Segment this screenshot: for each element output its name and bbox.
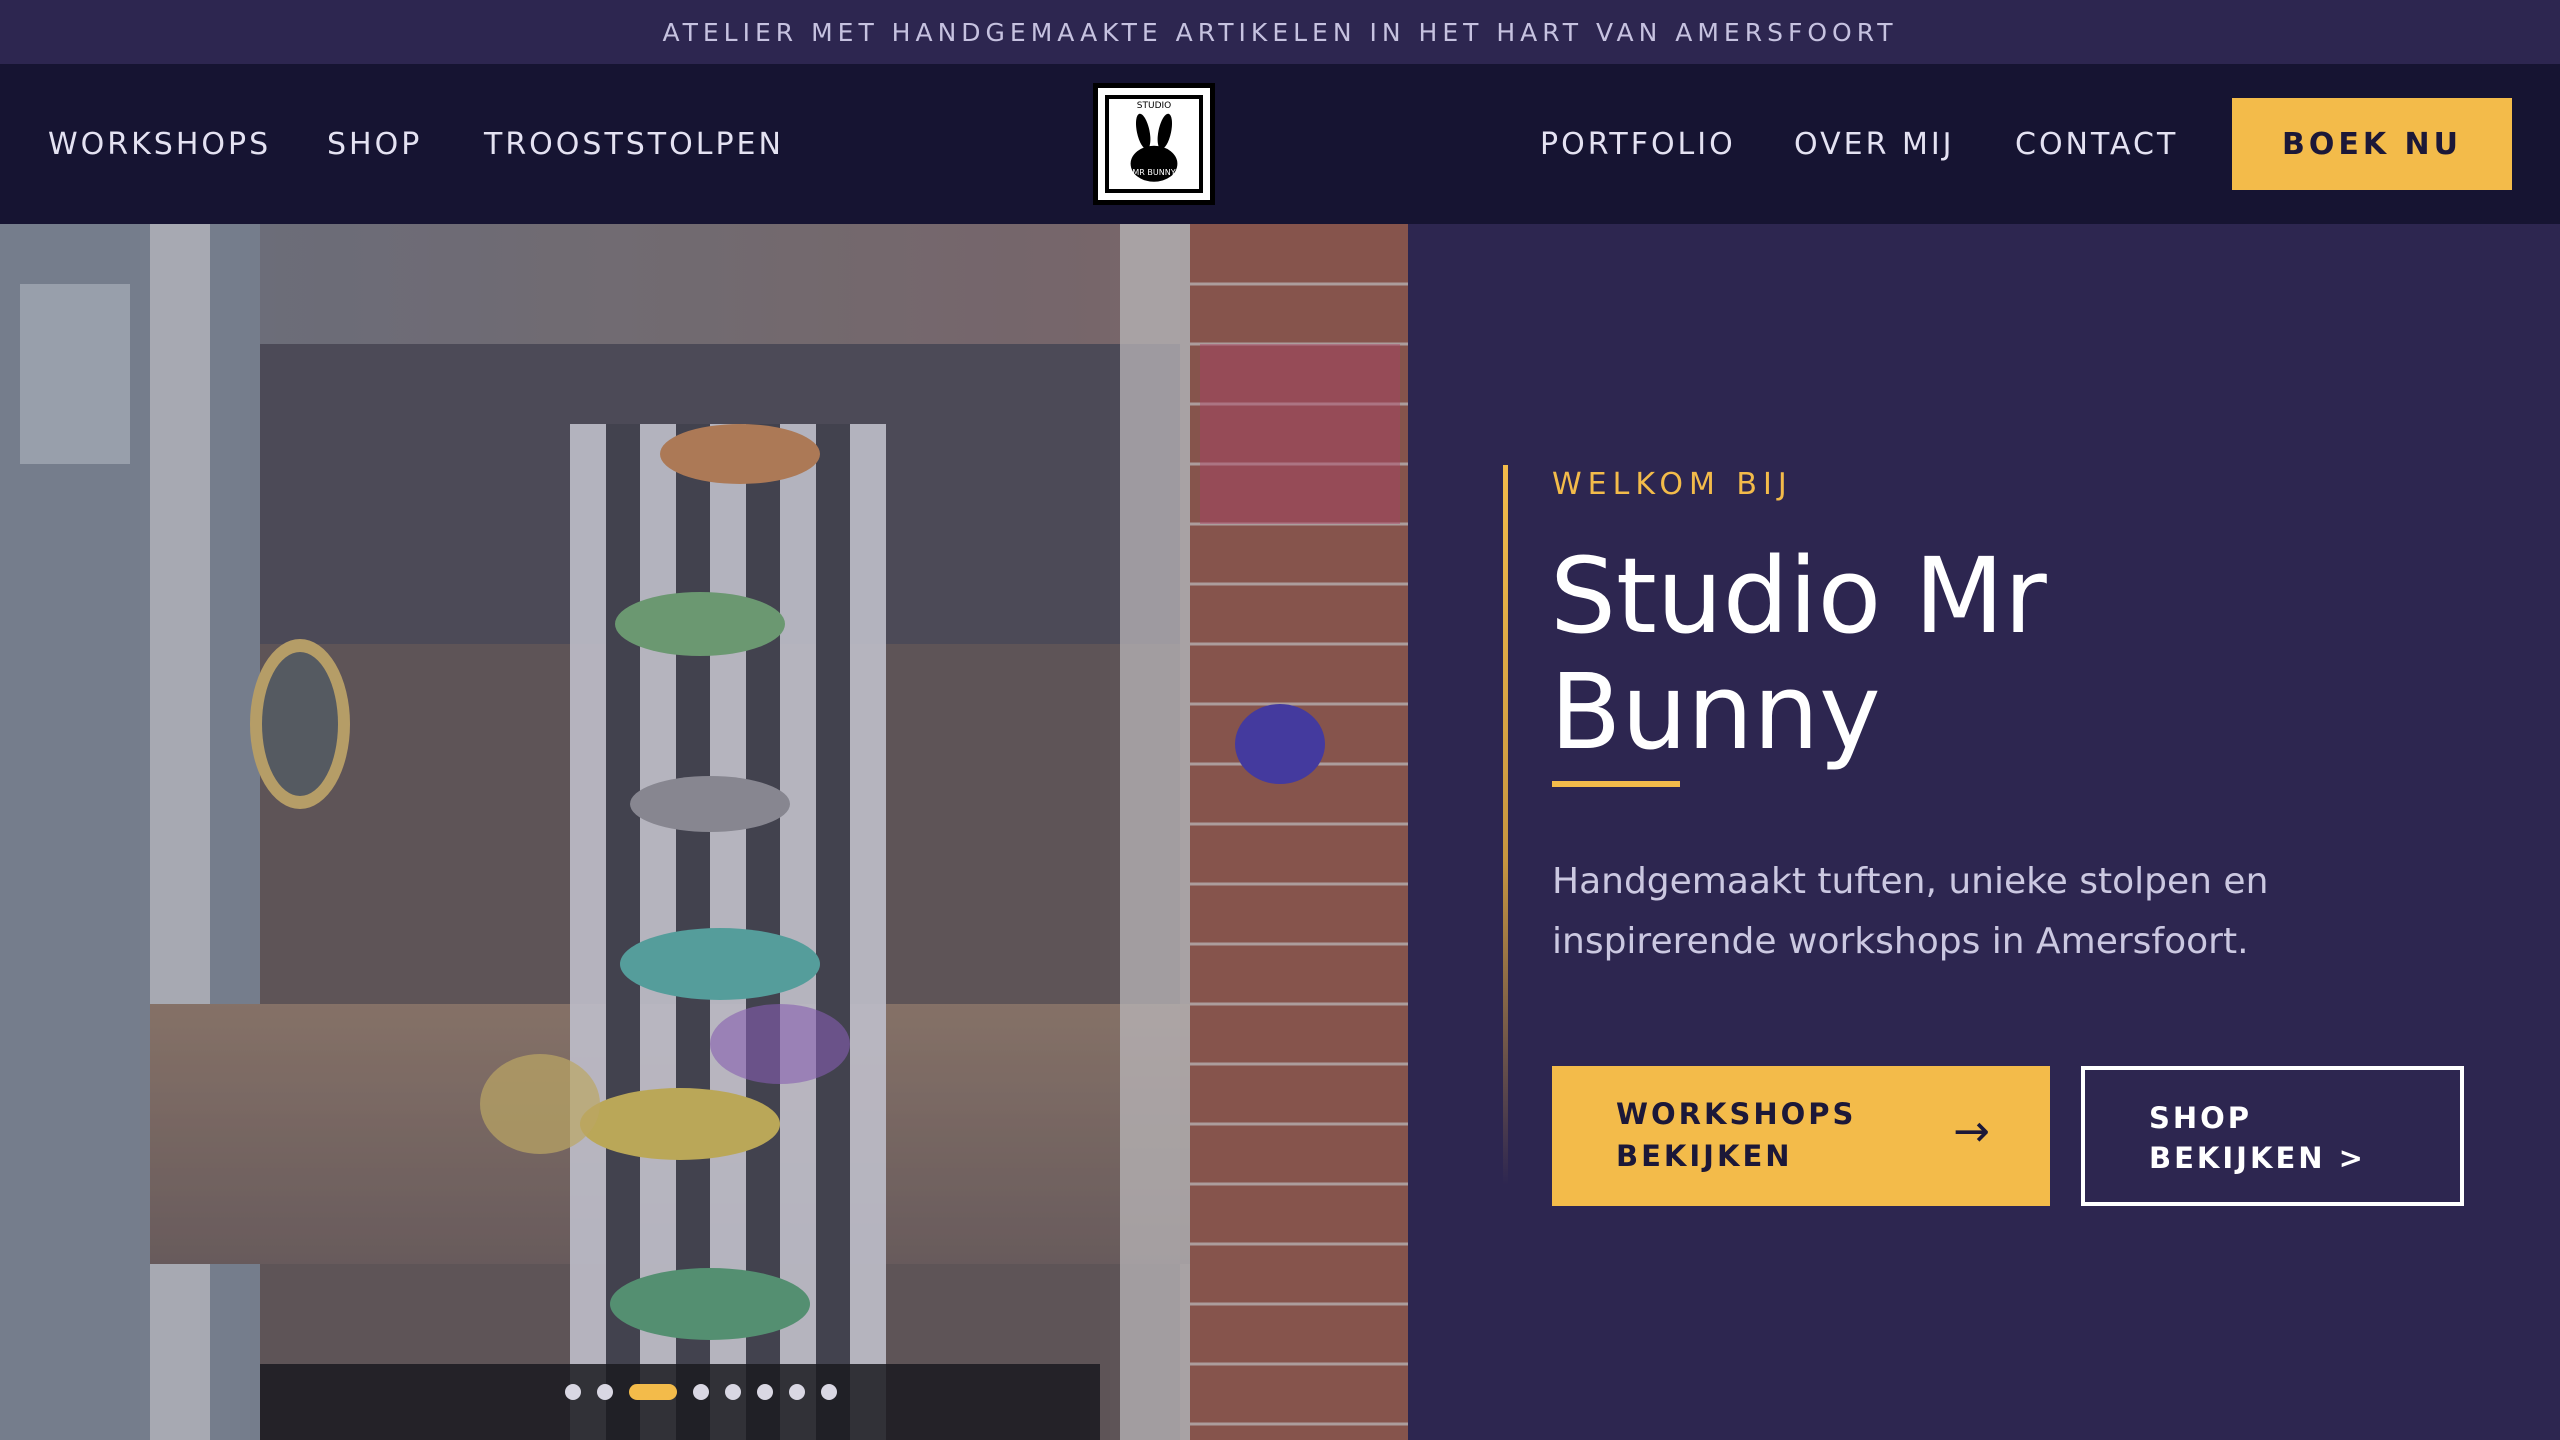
workshops-bekijken-label: WORKSHOPS BEKIJKEN — [1616, 1097, 1857, 1173]
shop-window-photo — [0, 224, 1408, 1440]
logo-bottom-text: MR BUNNY — [1132, 168, 1176, 177]
site-logo[interactable]: STUDIO MR BUNNY — [1093, 83, 1215, 205]
slider-dot[interactable] — [821, 1384, 837, 1400]
slider-dot[interactable] — [565, 1384, 581, 1400]
shop-bekijken-button[interactable]: SHOP BEKIJKEN > — [2081, 1066, 2464, 1206]
hero-description: Handgemaakt tuften, unieke stolpen en in… — [1552, 861, 2269, 962]
nav-link-contact[interactable]: CONTACT — [2015, 64, 2178, 224]
nav-link-shop[interactable]: SHOP — [327, 64, 422, 224]
slider-dot-active[interactable] — [629, 1384, 677, 1400]
boek-nu-button[interactable]: BOEK NU — [2232, 98, 2512, 190]
workshops-bekijken-button[interactable]: WORKSHOPS BEKIJKEN → — [1552, 1066, 2050, 1206]
slider-dot[interactable] — [725, 1384, 741, 1400]
announcement-bar: ATELIER MET HANDGEMAAKTE ARTIKELEN IN HE… — [0, 0, 2560, 64]
nav-link-workshops[interactable]: WORKSHOPS — [48, 64, 271, 224]
hero-slider-image — [0, 224, 1408, 1440]
slider-dot[interactable] — [693, 1384, 709, 1400]
announcement-text: ATELIER MET HANDGEMAAKTE ARTIKELEN IN HE… — [662, 17, 1898, 47]
shop-bekijken-label: SHOP BEKIJKEN > — [2149, 1101, 2366, 1175]
slider-dot[interactable] — [789, 1384, 805, 1400]
hero-title-underline — [1552, 781, 1680, 787]
hero-title: Studio Mr Bunny — [1550, 535, 2047, 773]
logo-top-text: STUDIO — [1136, 101, 1172, 111]
hero-panel — [1408, 224, 2560, 1440]
arrow-right-icon: → — [1953, 1106, 1990, 1157]
nav-link-trooststolpen[interactable]: TROOSTSTOLPEN — [484, 64, 784, 224]
slider-dot[interactable] — [597, 1384, 613, 1400]
slider-dot[interactable] — [757, 1384, 773, 1400]
slider-pagination — [565, 1384, 837, 1400]
hero-accent-line — [1503, 465, 1508, 1185]
hero-eyebrow: WELKOM BIJ — [1552, 467, 1793, 502]
logo-mark: STUDIO MR BUNNY — [1105, 95, 1203, 193]
nav-link-portfolio[interactable]: PORTFOLIO — [1540, 64, 1736, 224]
main-navigation: WORKSHOPS SHOP TROOSTSTOLPEN PORTFOLIO O… — [0, 64, 2560, 224]
nav-link-over-mij[interactable]: OVER MIJ — [1794, 64, 1955, 224]
